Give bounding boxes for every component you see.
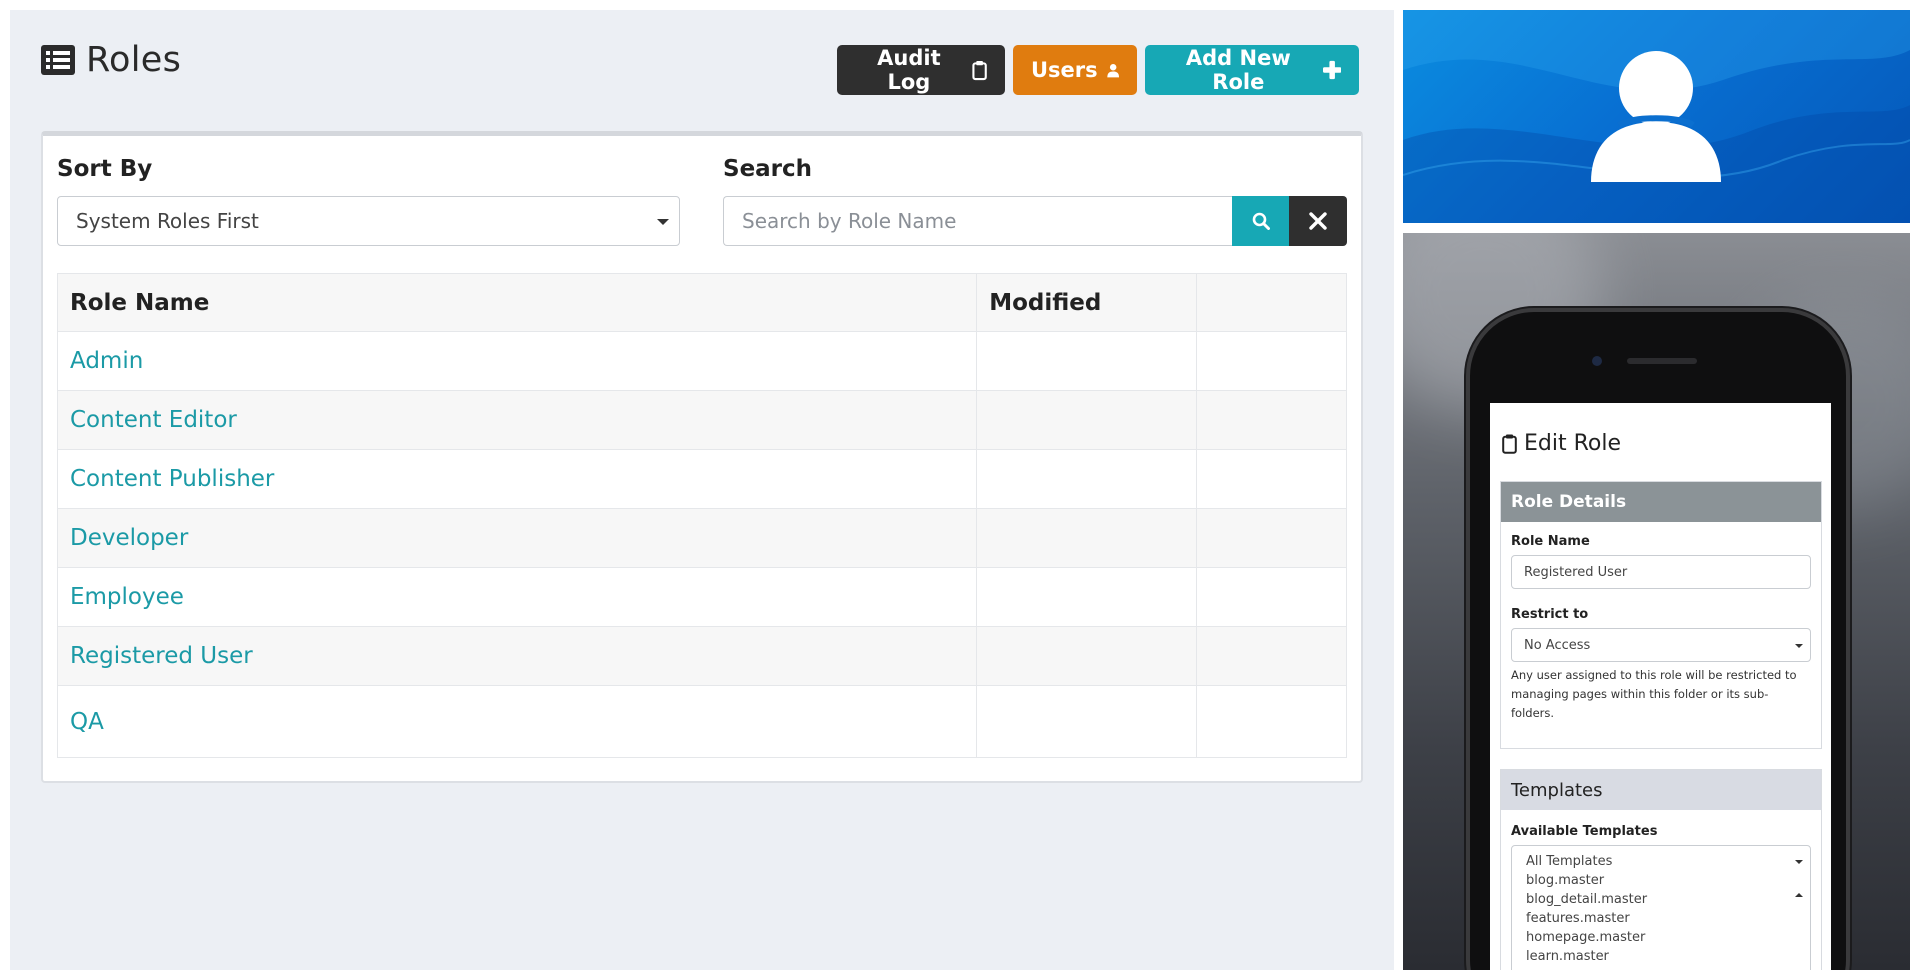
modified-cell (976, 685, 1198, 758)
role-name-field[interactable]: Registered User (1511, 555, 1811, 589)
restrict-to-value: No Access (1524, 637, 1591, 653)
template-option[interactable]: blog_detail.master (1526, 890, 1796, 909)
actions-cell (1196, 685, 1347, 758)
phone-speaker (1627, 358, 1697, 364)
actions-cell (1196, 331, 1347, 391)
table-row: Content Editor (56, 390, 1347, 450)
role-details-header: Role Details (1501, 482, 1821, 522)
role-name-label: Role Name (1511, 534, 1590, 549)
add-new-role-label: Add New Role (1185, 46, 1291, 94)
role-name-cell: Content Publisher (56, 449, 978, 509)
list-icon (41, 45, 75, 75)
actions-cell (1196, 567, 1347, 627)
actions-cell (1196, 508, 1347, 568)
available-templates-label: Available Templates (1511, 824, 1658, 839)
audit-log-label: Audit Log (877, 46, 941, 94)
search-input[interactable] (723, 196, 1232, 246)
clipboard-icon (1502, 434, 1517, 454)
table-row: QA (56, 685, 1347, 758)
modified-cell (976, 508, 1198, 568)
table-row: Employee (56, 567, 1347, 627)
clipboard-icon (972, 60, 987, 80)
role-name-cell: QA (56, 685, 978, 758)
role-link-employee[interactable]: Employee (70, 584, 184, 610)
search-label: Search (723, 156, 813, 182)
user-icon (1106, 63, 1119, 77)
role-link-content-publisher[interactable]: Content Publisher (70, 466, 274, 492)
modified-cell (976, 331, 1198, 391)
chevron-down-icon[interactable] (1795, 860, 1803, 864)
role-name-cell: Registered User (56, 626, 978, 686)
actions-cell (1196, 390, 1347, 450)
role-name-cell: Developer (56, 508, 978, 568)
clear-search-button[interactable] (1289, 196, 1347, 246)
restrict-to-label: Restrict to (1511, 607, 1589, 622)
template-option[interactable]: learn.master (1526, 947, 1796, 966)
role-link-registered-user[interactable]: Registered User (70, 643, 253, 669)
roles-table: Role Name Modified Admin Content Editor (56, 273, 1347, 758)
modified-cell (976, 626, 1198, 686)
phone-camera (1592, 356, 1602, 366)
role-link-content-editor[interactable]: Content Editor (70, 407, 237, 433)
templates-card: Templates Available Templates All Templa… (1500, 769, 1822, 970)
search-button[interactable] (1232, 196, 1289, 246)
column-header-role-name[interactable]: Role Name (56, 273, 978, 332)
audit-log-button[interactable]: Audit Log (837, 45, 1005, 95)
restrict-help-text: Any user assigned to this role will be r… (1511, 668, 1797, 720)
role-name-value: Registered User (1524, 564, 1628, 580)
actions-cell (1196, 626, 1347, 686)
role-name-cell: Admin (56, 331, 978, 391)
phone-screen: Edit Role Role Details Role Name Registe… (1490, 403, 1831, 970)
phone-promo: Edit Role Role Details Role Name Registe… (1403, 233, 1910, 970)
template-option[interactable]: features.master (1526, 909, 1796, 928)
roles-panel: Sort By System Roles First Search Role N… (41, 131, 1363, 783)
edit-role-title-text: Edit Role (1524, 431, 1622, 456)
role-name-cell: Employee (56, 567, 978, 627)
toolbar: Audit Log Users Add New Role (837, 45, 1359, 95)
users-button[interactable]: Users (1013, 45, 1137, 95)
chevron-down-icon (657, 219, 669, 225)
column-header-actions (1196, 273, 1347, 332)
page-title-text: Roles (86, 40, 182, 80)
chevron-down-icon (1795, 644, 1803, 648)
modified-cell (976, 567, 1198, 627)
table-row: Content Publisher (56, 449, 1347, 509)
table-row: Registered User (56, 626, 1347, 686)
modified-cell (976, 390, 1198, 450)
sort-by-value: System Roles First (76, 209, 259, 233)
role-details-card: Role Details Role Name Registered User R… (1500, 481, 1822, 749)
templates-header: Templates (1501, 770, 1821, 810)
role-link-qa[interactable]: QA (70, 709, 104, 735)
column-header-modified[interactable]: Modified (976, 273, 1198, 332)
template-option[interactable]: blog.master (1526, 871, 1796, 890)
avatar-banner (1403, 10, 1910, 223)
add-new-role-button[interactable]: Add New Role (1145, 45, 1359, 95)
user-avatar-icon (1591, 51, 1721, 182)
chevron-up-icon[interactable] (1795, 893, 1803, 897)
role-link-developer[interactable]: Developer (70, 525, 188, 551)
role-name-cell: Content Editor (56, 390, 978, 450)
table-row: Developer (56, 508, 1347, 568)
edit-role-title: Edit Role (1502, 431, 1621, 456)
restrict-to-select[interactable]: No Access (1511, 628, 1811, 662)
search-icon (1252, 212, 1270, 230)
sort-by-select[interactable]: System Roles First (57, 196, 680, 246)
template-option[interactable]: All Templates (1526, 852, 1796, 871)
sort-by-label: Sort By (57, 156, 153, 182)
role-link-admin[interactable]: Admin (70, 348, 143, 374)
template-option[interactable]: homepage.master (1526, 928, 1796, 947)
roles-page: Roles Audit Log Users Add New Role Sort … (10, 10, 1394, 970)
table-header-row: Role Name Modified (56, 273, 1347, 332)
actions-cell (1196, 449, 1347, 509)
users-label: Users (1031, 58, 1098, 82)
modified-cell (976, 449, 1198, 509)
table-row: Admin (56, 331, 1347, 391)
plus-icon (1322, 60, 1341, 80)
page-title: Roles (41, 40, 181, 80)
available-templates-listbox[interactable]: All Templates blog.master blog_detail.ma… (1511, 845, 1811, 970)
close-icon (1309, 212, 1327, 230)
